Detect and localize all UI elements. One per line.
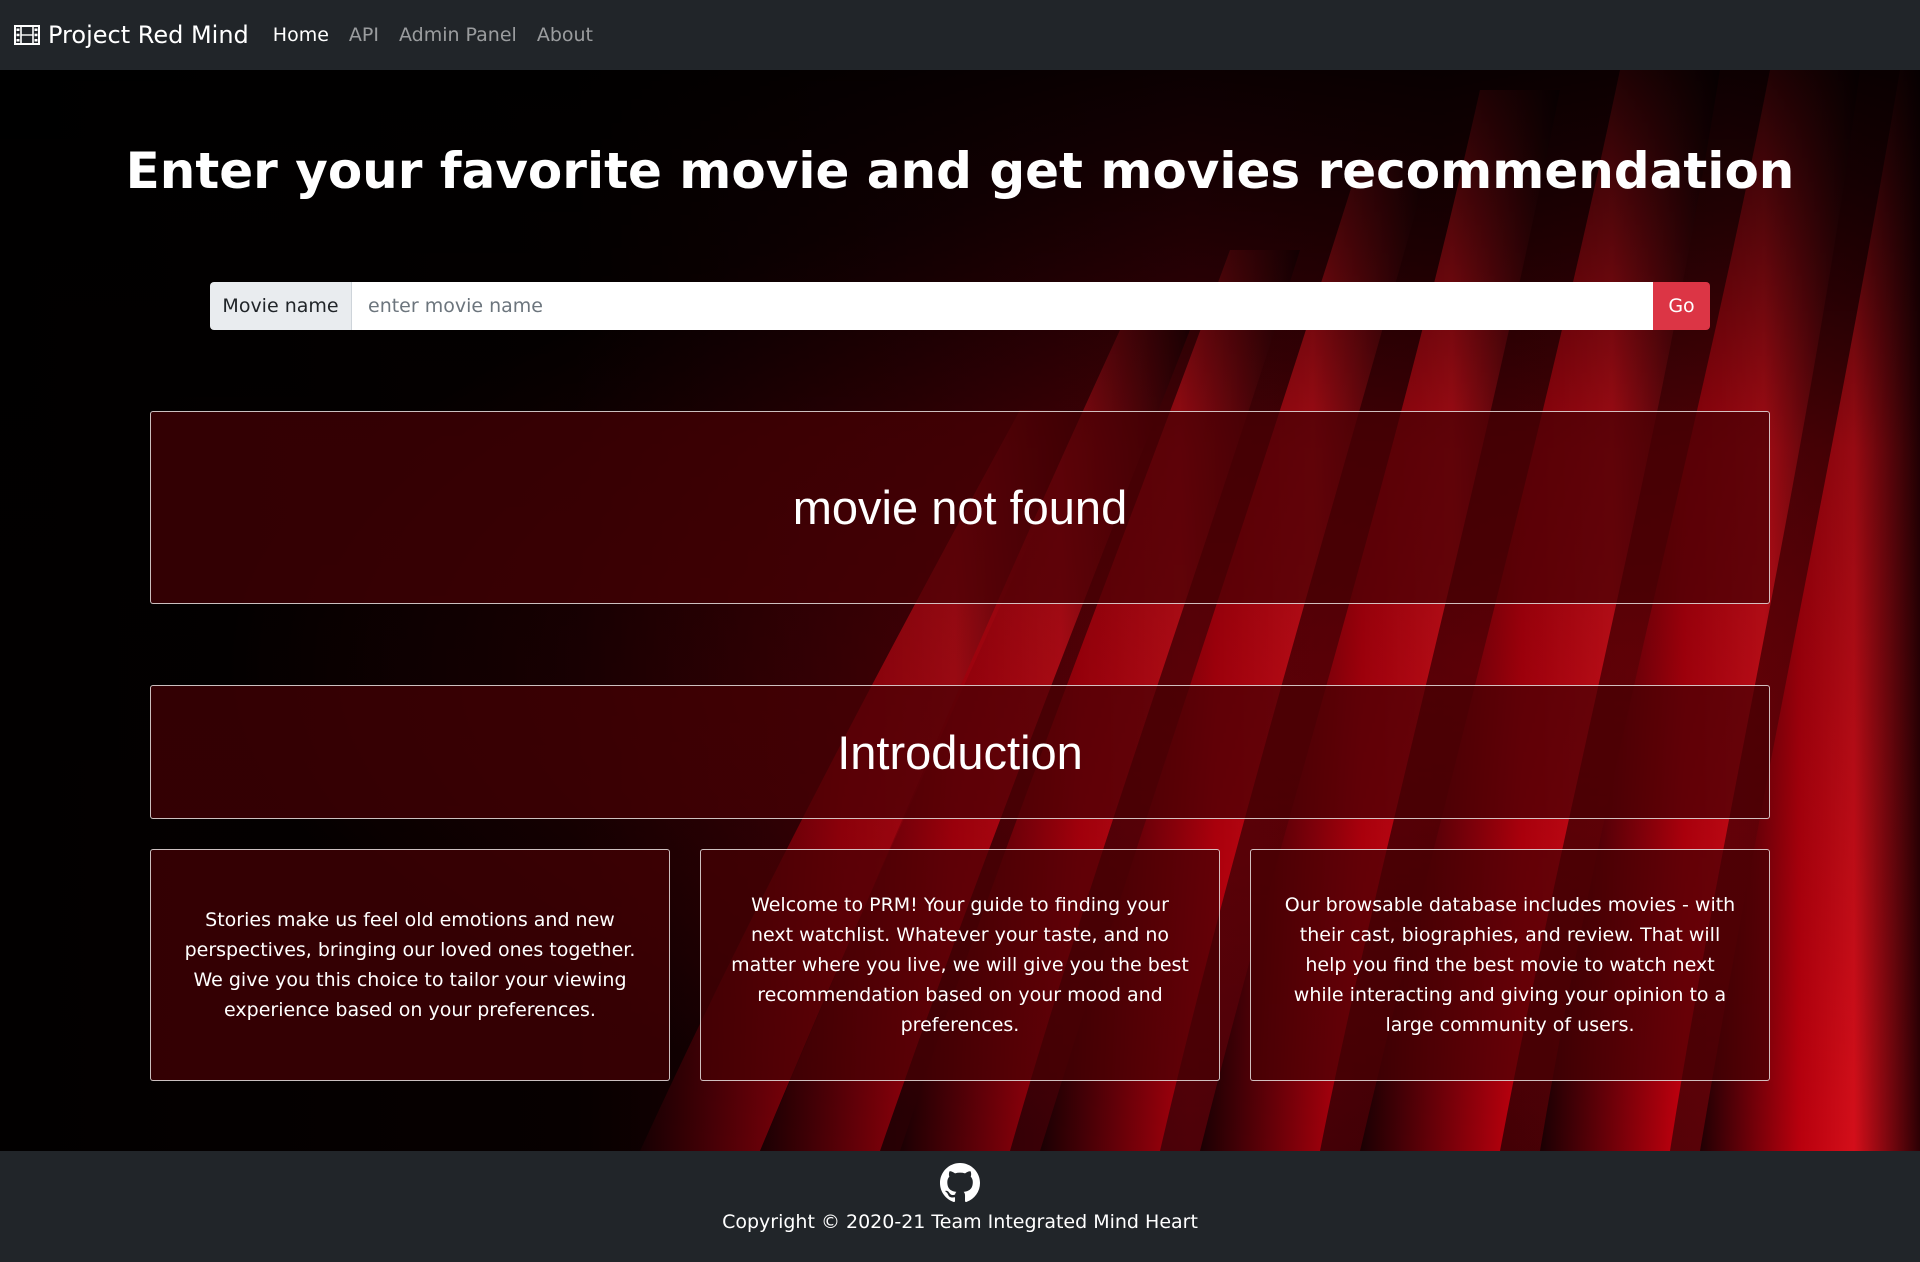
navbar: Project Red Mind Home API Admin Panel Ab… — [0, 0, 1920, 70]
info-card: Stories make us feel old emotions and ne… — [150, 849, 670, 1081]
info-card: Welcome to PRM! Your guide to finding yo… — [700, 849, 1220, 1081]
copyright-text: Copyright © 2020-21 Team Integrated Mind… — [722, 1211, 1198, 1233]
brand-link[interactable]: Project Red Mind — [14, 21, 249, 49]
go-button[interactable]: Go — [1653, 282, 1710, 330]
introduction-panel: Introduction — [150, 685, 1770, 819]
footer: Copyright © 2020-21 Team Integrated Mind… — [0, 1151, 1920, 1262]
nav-link-home[interactable]: Home — [273, 24, 329, 46]
nav-link-admin-panel[interactable]: Admin Panel — [399, 24, 517, 46]
result-message: movie not found — [792, 481, 1128, 534]
film-icon — [14, 25, 40, 45]
movie-name-label: Movie name — [210, 282, 352, 330]
search-group: Movie name Go — [210, 282, 1710, 330]
brand-name: Project Red Mind — [48, 21, 249, 49]
movie-name-input[interactable] — [352, 282, 1653, 330]
info-card-text: Welcome to PRM! Your guide to finding yo… — [731, 894, 1189, 1036]
info-card-text: Our browsable database includes movies -… — [1284, 894, 1736, 1036]
introduction-title: Introduction — [837, 725, 1083, 779]
nav-link-api[interactable]: API — [349, 24, 379, 46]
hero-title: Enter your favorite movie and get movies… — [125, 142, 1795, 200]
result-panel: movie not found — [150, 411, 1770, 604]
info-card-text: Stories make us feel old emotions and ne… — [184, 909, 636, 1021]
info-card: Our browsable database includes movies -… — [1250, 849, 1770, 1081]
nav-link-about[interactable]: About — [537, 24, 593, 46]
github-icon[interactable] — [940, 1163, 980, 1203]
